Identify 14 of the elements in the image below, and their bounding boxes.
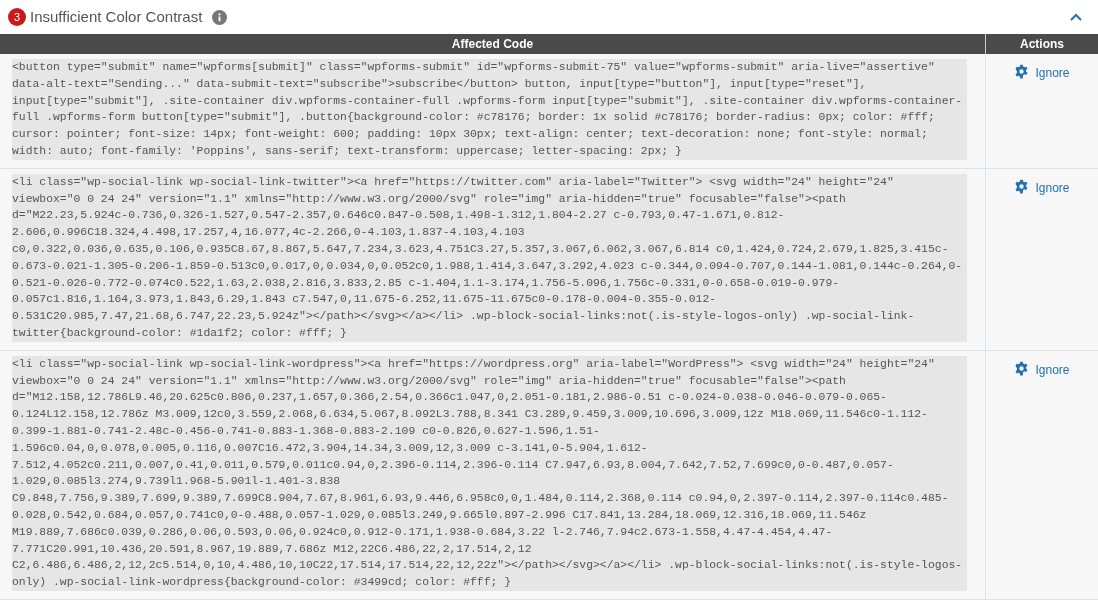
column-header: Actions [1019,36,1065,53]
code-snippet: <li class="wp-social-link wp-social-link-twitter"><a href="https://twitter.com" aria-label="Twitter"> <svg width="24" height="24" viewbox="0 0 24 24" version="1.1" xmlns="http://www.w3.org/2000/svg" role="img" aria-hidden="true" focusable="false"><path d="M22.23,5.924c-0.736,0.326-1.527,0.547-2.357,0.646c0.847-0.508,1.498-1.312,1.804-2.27 c-0.793,0.47-1.671,0.812-2.606,0.996C18.324,4.498,17.257,4,16.077,4c-2.266,0-4.103,1.837-4.103,4.103 c0,0.322,0.036,0.635,0.106,0.935C8.67,8.867,5.647,7.234,3.623,4.751C3.27,5.357,3.067,6.062,3.067,6.814 c0,1.424,0.724,2.679,1.825,3.415c-0.673-0.021-1.305-0.206-1.859-0.513c0,0.017,0,0.034,0,0.052c0,1.988,1.414,3.647,3.292,4.023 c-0.344,0.094-0.707,0.144-1.081,0.144c-0.264,0-0.521-0.026-0.772-0.074c0.522,1.63,2.038,2.816,3.833,2.85 c-1.404,1.1-3.174,1.756-5.096,1.756c-0.331,0-0.658-0.019-0.979-0.057c1.816,1.164,3.973,1.843,6.29,1.843 c7.547,0,11.675-6.252,11.675-11.675c0-0.178-0.004-0.355-0.012-0.531C20.985,7.47,21.68,6.747,22.23,5.924z"></path></svg></a></li> .wp-block-social-links:not(.is-style-logos-only) .wp-social-link-twitter{background-color: #1da1f2; color: #fff; } [12,173,967,342]
code-snippet: <li class="wp-social-link wp-social-link-wordpress"><a href="https://wordpress.org" aria-label="WordPress"> <svg width="24" height="24" viewbox="0 0 24 24" version="1.1" xmlns="http://www.w3.org/2000/svg" role="img" aria-hidden="true" focusable="false"><path d="M12.158,12.786L9.46,20.625c0.806,0.237,1.657,0.366,2.54,0.366c1.047,0,2.051-0.181,2.986-0.51 c-0.024-0.038-0.046-0.079-0.065-0.124L12.158,12.786z M3.009,12c0,3.559,2.068,6.634,5.067,8.092L3.788,8.341 C3.289,9.459,3.009,10.696,3.009,12z M18.069,11.546c0-1.112-0.399-1.881-0.741-2.48c-0.456-0.741-0.883-1.368-0.883-2.109 c0-0.826,0.627-1.596,1.51-1.596c0.04,0,0.078,0.005,0.116,0.007C16.472,3.904,14.34,3.009,12,3.009 c-3.141,0-5.904,1.612-7.512,4.052c0.211,0.007,0.41,0.011,0.579,0.011c0.94,0,2.396-0.114,2.396-0.114 C7.947,6.93,8.004,7.642,7.52,7.699c0,0-0.487,0.057-1.029,0.085l3.274,9.739l1.968-5.901l-1.401-3.838 C9.848,7.756,9.389,7.699,9.389,7.699C8.904,7.67,8.961,6.93,9.446,6.958c0,0,1.484,0.114,2.368,0.114 c0.94,0,2.397-0.114,2.397-0.114c0.485-0.028,0.542,0.684,0.057,0.741c0,0-0.488,0.057-1.029,0.085l3.249,9.665l0.897-2.996 C17.841,13.284,18.069,12.316,18.069,11.546z M19.889,7.686c0.039,0.286,0.06,0.593,0.06,0.924c0,0.912-0.171,1.938-0.684,3.22 l-2.746,7.94c2.673-1.558,4.47-4.454,4.47-7.771C20.991,10.436,20.591,8.967,19.889,7.686z M12,22C6.486,22,2,17.514,2,12 C2,6.486,6.486,2,12,2c5.514,0,10,4.486,10,10C22,17.514,17.514,22,12,22z"></path></svg></a></li> .wp-block-social-links:not(.is-style-logos-only) .wp-social-link-wordpress{background-color: #3499cd; color: #fff; } [12,355,967,591]
chevron-up-icon [1070,13,1082,21]
ignore-button[interactable]: Ignore [1014,178,1070,197]
gear-icon [1014,360,1030,376]
section-title: Insufficient Color Contrast [30,6,203,27]
gear-icon [1014,64,1030,79]
ignore-button[interactable]: Ignore [1014,360,1070,379]
code-snippet: <button type="submit" name="wpforms[submit]" class="wpforms-submit" id="wpforms-submit-75" value="wpforms-submit" aria-live="assertive" data-alt-text="Sending..." data-submit-text="subscribe">subscribe</button> button, input[type="button"], input[type="reset"], input[type="submit"], .site-container div.wpforms-container-full .wpforms-form input[type="submit"], .site-container div.wpforms-container-full .wpforms-form button[type="submit"], .button{background-color: #c78176; border: 1x solid #c78176; border-radius: 0px; color: #fff; cursor: pointer; font-size: 14px; font-weight: 600; padding: 10px 30px; text-align: center; text-decoration: none; font-style: normal; width: auto; font-family: 'Poppins', sans-serif; text-transform: uppercase; letter-spacing: 2px; } [12,59,967,160]
count-badge: 3 [8,8,26,26]
gear-icon [1014,178,1030,194]
ignore-button[interactable]: Ignore [1014,64,1070,82]
info-icon [212,9,228,25]
